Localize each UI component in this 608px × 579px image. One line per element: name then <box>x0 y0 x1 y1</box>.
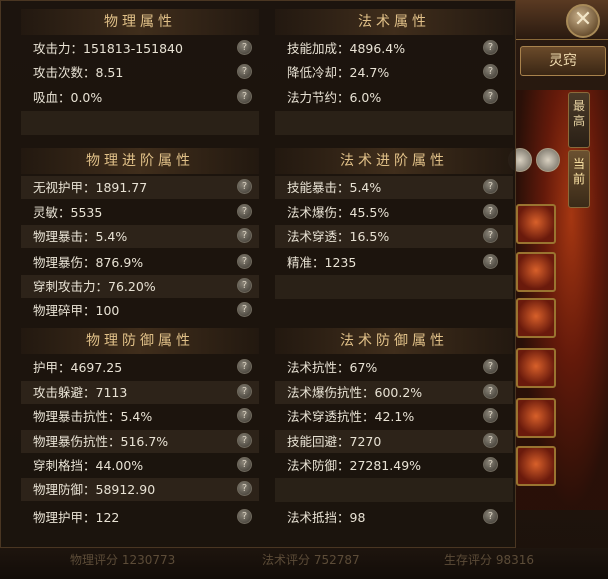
help-icon[interactable]: ? <box>483 179 498 194</box>
help-icon[interactable]: ? <box>483 254 498 269</box>
stat-row: 法力节约：6.0%? <box>275 86 513 109</box>
stat-row: 法术爆伤：45.5%? <box>275 201 513 224</box>
skill-slot[interactable] <box>516 252 556 292</box>
section-title-magic: 法术属性 <box>275 9 513 35</box>
help-icon[interactable]: ? <box>483 89 498 104</box>
help-icon[interactable]: ? <box>483 359 498 374</box>
empty-row <box>275 478 513 502</box>
stat-row: 技能暴击：5.4%? <box>275 176 513 199</box>
help-icon[interactable]: ? <box>237 89 252 104</box>
physical-score: 物理评分 1230773 <box>70 553 176 567</box>
help-icon[interactable]: ? <box>237 302 252 317</box>
empty-row <box>21 111 259 135</box>
close-button[interactable]: ✕ <box>566 4 600 38</box>
help-icon[interactable]: ? <box>237 384 252 399</box>
stat-row: 法术防御：27281.49%? <box>275 454 513 477</box>
stat-row: 物理护甲：122? <box>21 506 259 529</box>
skill-slot[interactable] <box>516 298 556 338</box>
attribute-panel: 物理属性 攻击力：151813-151840? 攻击次数：8.51? 吸血：0.… <box>0 0 516 548</box>
help-icon[interactable]: ? <box>237 359 252 374</box>
skill-slot[interactable] <box>516 204 556 244</box>
stat-row: 物理暴击：5.4%? <box>21 225 259 248</box>
help-icon[interactable]: ? <box>483 408 498 423</box>
help-icon[interactable]: ? <box>483 204 498 219</box>
stat-row: 物理防御：58912.90? <box>21 478 259 501</box>
stat-row: 护甲：4697.25? <box>21 356 259 379</box>
stat-row: 攻击力：151813-151840? <box>21 37 259 60</box>
stat-row: 法术抗性：67%? <box>275 356 513 379</box>
survival-score: 生存评分 98316 <box>444 553 534 567</box>
help-icon[interactable]: ? <box>237 228 252 243</box>
orb-icon[interactable] <box>536 148 560 172</box>
tab-highest[interactable]: 最高 <box>568 92 590 148</box>
stat-row: 吸血：0.0%? <box>21 86 259 109</box>
stat-row: 物理碎甲：100? <box>21 299 259 322</box>
stat-row: 物理暴伤：876.9%? <box>21 251 259 274</box>
stat-row: 灵敏：5535? <box>21 201 259 224</box>
help-icon[interactable]: ? <box>237 509 252 524</box>
skill-slot[interactable] <box>516 348 556 388</box>
help-icon[interactable]: ? <box>237 179 252 194</box>
section-title-physical: 物理属性 <box>21 9 259 35</box>
stat-row: 物理暴击抗性：5.4%? <box>21 405 259 428</box>
section-title-physical-defense: 物理防御属性 <box>21 328 259 354</box>
tab-current[interactable]: 当前 <box>568 150 590 208</box>
help-icon[interactable]: ? <box>237 278 252 293</box>
empty-row <box>275 111 513 135</box>
empty-row <box>275 275 513 299</box>
tab-lingqiao[interactable]: 灵窍 <box>520 46 606 76</box>
stat-row: 精准：1235? <box>275 251 513 274</box>
help-icon[interactable]: ? <box>237 433 252 448</box>
stat-row: 技能加成：4896.4%? <box>275 37 513 60</box>
stat-row: 攻击次数：8.51? <box>21 61 259 84</box>
stat-row: 法术穿透：16.5%? <box>275 225 513 248</box>
stat-row: 技能回避：7270? <box>275 430 513 453</box>
section-title-magic-defense: 法术防御属性 <box>275 328 513 354</box>
stat-row: 穿刺格挡：44.00%? <box>21 454 259 477</box>
help-icon[interactable]: ? <box>237 40 252 55</box>
help-icon[interactable]: ? <box>483 433 498 448</box>
help-icon[interactable]: ? <box>483 509 498 524</box>
score-bar: 物理评分 1230773 法术评分 752787 生存评分 98316 <box>0 548 608 579</box>
stat-row: 穿刺攻击力：76.20%? <box>21 275 259 298</box>
help-icon[interactable]: ? <box>483 457 498 472</box>
help-icon[interactable]: ? <box>483 384 498 399</box>
stat-row: 法术抵挡：98? <box>275 506 513 529</box>
stat-row: 降低冷却：24.7%? <box>275 61 513 84</box>
help-icon[interactable]: ? <box>237 481 252 496</box>
help-icon[interactable]: ? <box>237 408 252 423</box>
skill-slot[interactable] <box>516 446 556 486</box>
section-title-magic-advanced: 法术进阶属性 <box>275 148 513 174</box>
section-title-physical-advanced: 物理进阶属性 <box>21 148 259 174</box>
stat-row: 无视护甲：1891.77? <box>21 176 259 199</box>
stat-row: 法术穿透抗性：42.1%? <box>275 405 513 428</box>
stat-row: 法术爆伤抗性：600.2%? <box>275 381 513 404</box>
close-icon: ✕ <box>573 7 593 32</box>
stat-row: 攻击躲避：7113? <box>21 381 259 404</box>
magic-score: 法术评分 752787 <box>262 553 360 567</box>
help-icon[interactable]: ? <box>237 64 252 79</box>
help-icon[interactable]: ? <box>237 254 252 269</box>
help-icon[interactable]: ? <box>483 40 498 55</box>
help-icon[interactable]: ? <box>483 64 498 79</box>
help-icon[interactable]: ? <box>483 228 498 243</box>
help-icon[interactable]: ? <box>237 457 252 472</box>
help-icon[interactable]: ? <box>237 204 252 219</box>
skill-slot[interactable] <box>516 398 556 438</box>
stat-row: 物理暴伤抗性：516.7%? <box>21 430 259 453</box>
